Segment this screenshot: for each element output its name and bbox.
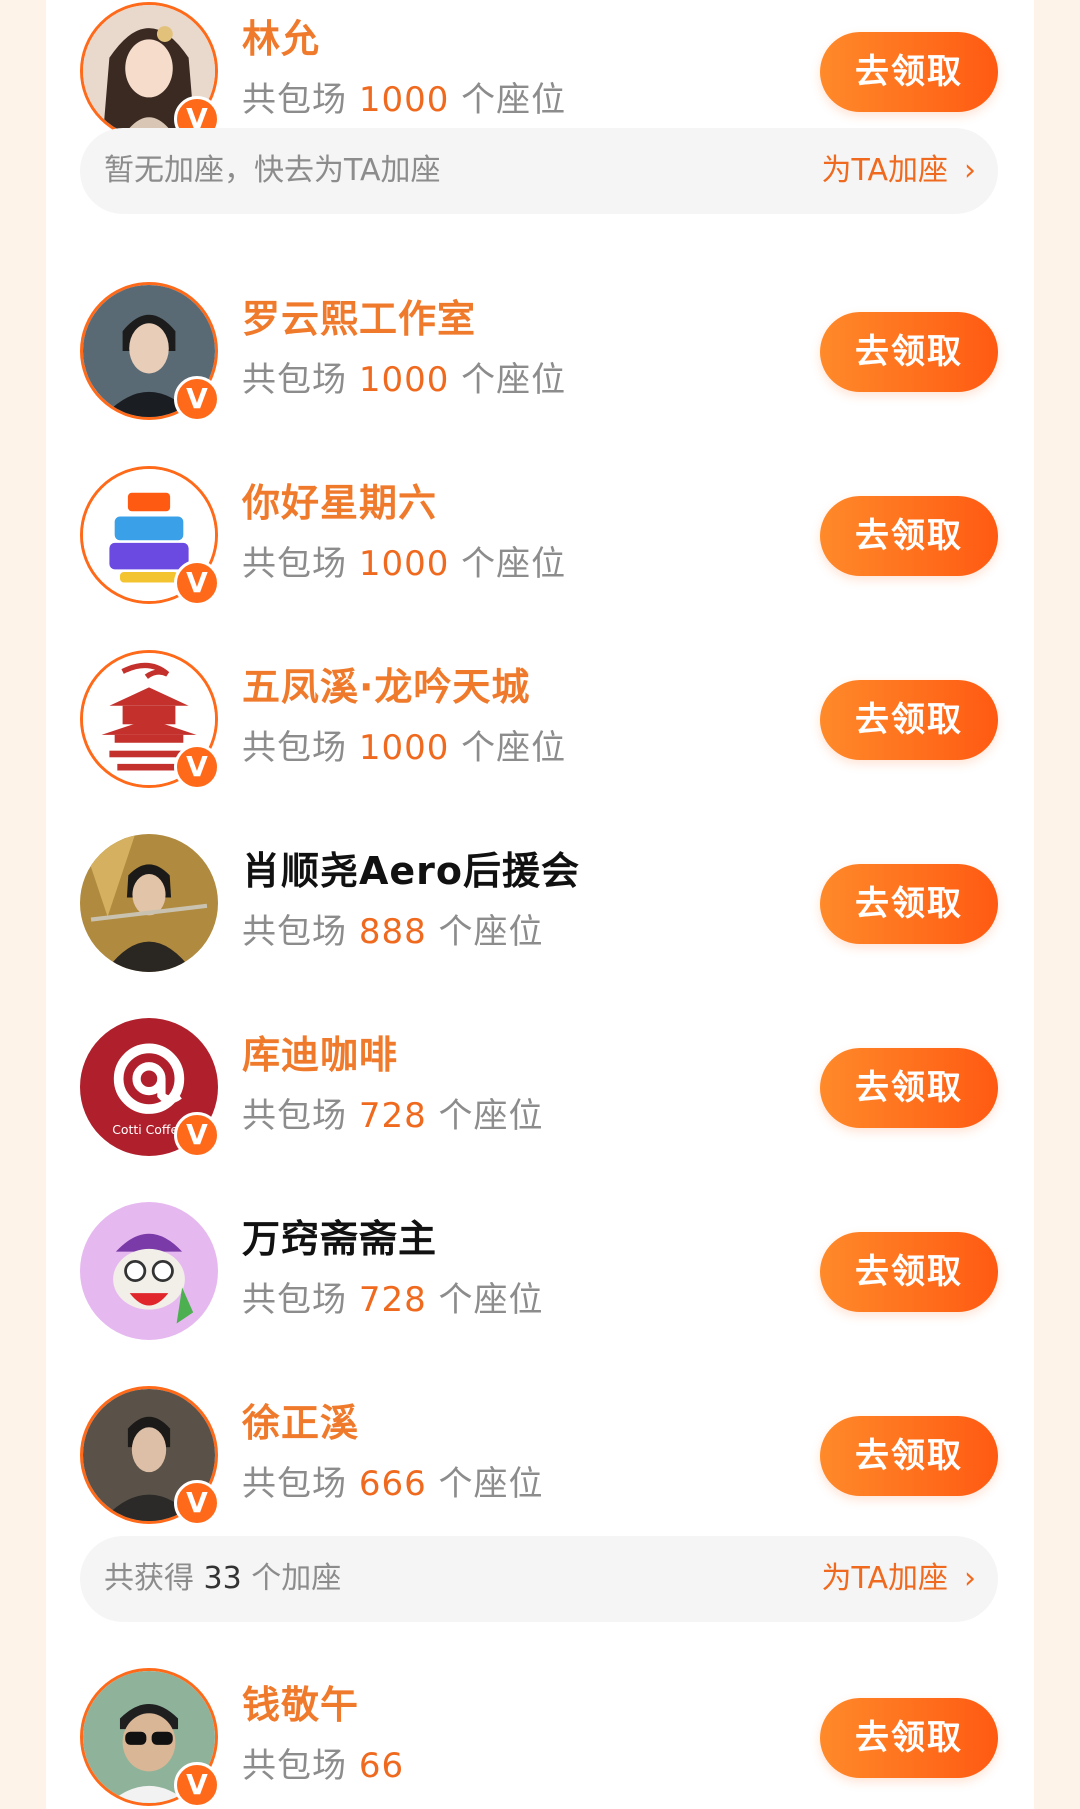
verified-badge-icon: V <box>174 1762 220 1808</box>
user-name[interactable]: 你好星期六 <box>242 472 437 527</box>
user-name[interactable]: 钱敬午 <box>242 1674 359 1729</box>
claim-button[interactable]: 去领取 <box>820 1698 998 1778</box>
add-seat-bar[interactable]: 暂无加座，快去为TA加座 为TA加座 › <box>80 128 998 214</box>
claim-button[interactable]: 去领取 <box>820 1232 998 1312</box>
add-seat-link[interactable]: 为TA加座 › <box>821 128 976 214</box>
user-name[interactable]: 罗云熙工作室 <box>242 288 476 343</box>
avatar[interactable]: V <box>80 466 220 606</box>
seat-count-text: 共包场 728 个座位 <box>242 1280 544 1320</box>
seat-count-text: 共包场 888 个座位 <box>242 912 544 952</box>
user-name[interactable]: 万窍斋斋主 <box>242 1208 437 1263</box>
user-name[interactable]: 库迪咖啡 <box>242 1024 398 1079</box>
warrior-portrait-icon <box>80 834 218 972</box>
user-name[interactable]: 林允 <box>242 8 320 63</box>
seat-count-text: 共包场 1000 个座位 <box>242 544 567 584</box>
add-seat-status: 共获得 33 个加座 <box>104 1561 342 1596</box>
seat-count-text: 共包场 1000 个座位 <box>242 728 567 768</box>
claim-button[interactable]: 去领取 <box>820 32 998 112</box>
chevron-right-icon: › <box>964 1561 976 1596</box>
seat-list-panel: V 林允 共包场 1000 个座位 去领取 暂无加座，快去为TA加座 为TA加座… <box>46 0 1034 1809</box>
avatar[interactable]: V <box>80 650 220 790</box>
verified-badge-icon: V <box>174 376 220 422</box>
claim-button[interactable]: 去领取 <box>820 1416 998 1496</box>
list-item: 万窍斋斋主 共包场 728 个座位 去领取 <box>46 1202 1034 1352</box>
claim-button[interactable]: 去领取 <box>820 496 998 576</box>
add-seat-link[interactable]: 为TA加座 › <box>821 1536 976 1622</box>
list-item: V 五凤溪·龙吟天城 共包场 1000 个座位 去领取 <box>46 650 1034 800</box>
verified-badge-icon: V <box>174 1112 220 1158</box>
list-item: V 你好星期六 共包场 1000 个座位 去领取 <box>46 466 1034 616</box>
verified-badge-icon: V <box>174 1480 220 1526</box>
list-item: Cotti Coffee V 库迪咖啡 共包场 728 个座位 去领取 <box>46 1018 1034 1168</box>
claim-button[interactable]: 去领取 <box>820 312 998 392</box>
avatar[interactable]: V <box>80 2 220 142</box>
seat-count-text: 共包场 66 <box>242 1746 405 1786</box>
claim-button[interactable]: 去领取 <box>820 864 998 944</box>
seat-count-text: 共包场 1000 个座位 <box>242 360 567 400</box>
avatar[interactable]: V <box>80 1668 220 1808</box>
cartoon-mascot-icon <box>80 1202 218 1340</box>
claim-button[interactable]: 去领取 <box>820 1048 998 1128</box>
list-item: V 徐正溪 共包场 666 个座位 去领取 <box>46 1386 1034 1536</box>
user-name[interactable]: 徐正溪 <box>242 1392 359 1447</box>
seat-count-text: 共包场 1000 个座位 <box>242 80 567 120</box>
user-name[interactable]: 五凤溪·龙吟天城 <box>242 656 530 711</box>
watermark-overlay <box>426 1740 746 1809</box>
user-name[interactable]: 肖顺尧Aero后援会 <box>242 840 580 895</box>
avatar[interactable]: V <box>80 282 220 422</box>
chevron-right-icon: › <box>964 153 976 188</box>
seat-count-text: 共包场 666 个座位 <box>242 1464 544 1504</box>
avatar[interactable]: V <box>80 1386 220 1526</box>
avatar[interactable]: Cotti Coffee V <box>80 1018 220 1158</box>
verified-badge-icon: V <box>174 744 220 790</box>
add-seat-bar[interactable]: 共获得 33 个加座 为TA加座 › <box>80 1536 998 1622</box>
claim-button[interactable]: 去领取 <box>820 680 998 760</box>
list-item: V 罗云熙工作室 共包场 1000 个座位 去领取 <box>46 282 1034 432</box>
seat-count-text: 共包场 728 个座位 <box>242 1096 544 1136</box>
page: V 林允 共包场 1000 个座位 去领取 暂无加座，快去为TA加座 为TA加座… <box>0 0 1080 1809</box>
verified-badge-icon: V <box>174 560 220 606</box>
list-item: 肖顺尧Aero后援会 共包场 888 个座位 去领取 <box>46 834 1034 984</box>
avatar[interactable] <box>80 1202 218 1340</box>
add-seat-status: 暂无加座，快去为TA加座 <box>104 153 441 188</box>
avatar[interactable] <box>80 834 218 972</box>
